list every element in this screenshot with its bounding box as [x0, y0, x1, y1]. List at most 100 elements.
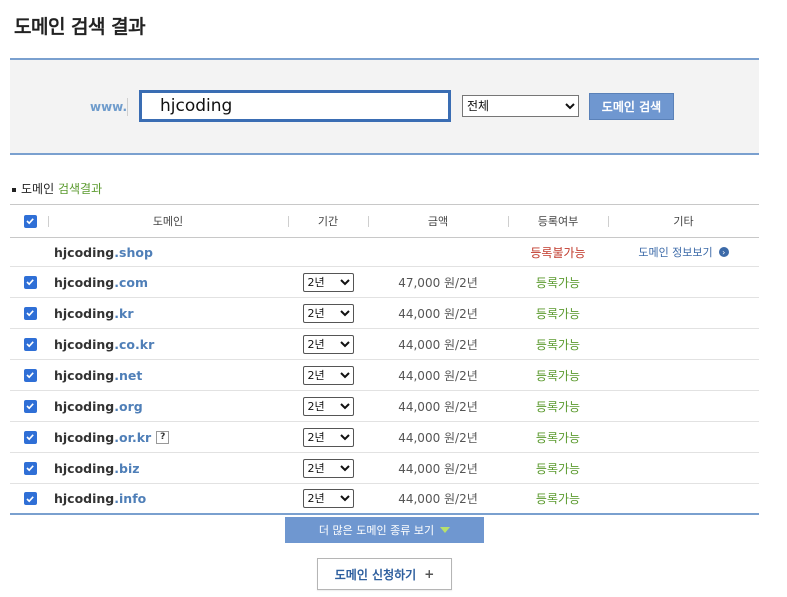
period-cell: 2년 — [288, 329, 368, 359]
domain-cell: hjcoding .com — [54, 267, 284, 297]
select-all-cell — [22, 205, 38, 237]
tld-select[interactable]: 전체 — [462, 95, 579, 117]
domain-cell: hjcoding .org — [54, 391, 284, 421]
period-cell: 2년 — [288, 484, 368, 513]
status-cell: 등록가능 — [508, 360, 608, 390]
row-checkbox[interactable] — [23, 368, 37, 382]
status-available: 등록가능 — [535, 337, 581, 352]
domain-results-table: 도메인 기간 금액 등록여부 기타 hjcoding .shop 등록불가능 도메… — [10, 204, 759, 515]
row-check-cell — [22, 453, 38, 483]
domain-search-button[interactable]: 도메인 검색 — [589, 93, 674, 120]
period-select[interactable]: 2년 — [302, 272, 354, 292]
table-header: 도메인 기간 금액 등록여부 기타 — [10, 205, 759, 238]
row-checkbox[interactable] — [23, 461, 37, 475]
domain-tld: .shop — [114, 244, 153, 260]
period-select[interactable]: 2년 — [302, 303, 354, 323]
arrow-circle-icon[interactable]: › — [718, 247, 729, 257]
domain-name: hjcoding — [54, 274, 115, 290]
period-select[interactable]: 2년 — [302, 365, 354, 385]
domain-tld: .or.kr — [114, 429, 152, 445]
domain-cell: hjcoding .biz — [54, 453, 284, 483]
status-available: 등록가능 — [535, 275, 581, 290]
row-checkbox[interactable] — [23, 306, 37, 320]
status-available: 등록가능 — [535, 461, 581, 476]
check-icon — [26, 434, 34, 441]
price-cell: 44,000 원/2년 — [398, 461, 478, 476]
period-select[interactable]: 2년 — [302, 427, 354, 447]
select-all-checkbox[interactable] — [23, 214, 37, 228]
status-cell: 등록가능 — [508, 484, 608, 513]
domain-cell: hjcoding .info — [54, 484, 284, 513]
table-row: hjcoding .com 2년 47,000 원/2년 등록가능 — [10, 267, 759, 298]
status-available: 등록가능 — [535, 492, 581, 506]
check-icon — [26, 279, 34, 286]
price-cell: 44,000 원/2년 — [398, 368, 478, 383]
domain-name: hjcoding — [54, 244, 115, 260]
row-checkbox[interactable] — [23, 399, 37, 413]
domain-search-input[interactable] — [139, 90, 451, 122]
status-cell: 등록가능 — [508, 267, 608, 297]
www-prefix: www. — [90, 100, 128, 114]
table-row: hjcoding .org 2년 44,000 원/2년 등록가능 — [10, 391, 759, 422]
header-etc: 기타 — [673, 215, 694, 228]
plus-icon[interactable]: + — [424, 567, 434, 581]
results-heading-highlight: 검색결과 — [57, 182, 103, 196]
price-cell: 44,000 원/2년 — [398, 399, 478, 414]
domain-name: hjcoding — [54, 491, 115, 506]
status-unavailable: 등록불가능 — [530, 245, 586, 260]
triangle-down-icon[interactable] — [440, 527, 451, 533]
check-icon — [26, 403, 34, 410]
period-select[interactable]: 2년 — [302, 334, 354, 354]
table-row: hjcoding .co.kr 2년 44,000 원/2년 등록가능 — [10, 329, 759, 360]
row-checkbox[interactable] — [23, 337, 37, 351]
available-rows: hjcoding .com 2년 47,000 원/2년 등록가능 hjcodin… — [10, 267, 759, 515]
header-domain: 도메인 — [152, 215, 184, 228]
table-row: hjcoding .info 2년 44,000 원/2년 등록가능 — [10, 484, 759, 515]
results-heading-prefix: 도메인 — [21, 182, 55, 196]
domain-tld: .com — [114, 274, 149, 290]
table-row: hjcoding .or.kr? 2년 44,000 원/2년 등록가능 — [10, 422, 759, 453]
page-title: 도메인 검색 결과 — [14, 16, 146, 38]
table-row: hjcoding .net 2년 44,000 원/2년 등록가능 — [10, 360, 759, 391]
more-domains-button[interactable]: 더 많은 도메인 종류 보기 — [285, 517, 484, 543]
period-select[interactable]: 2년 — [302, 396, 354, 416]
period-select[interactable]: 2년 — [302, 489, 354, 508]
apply-domain-button[interactable]: 도메인 신청하기 + — [317, 558, 452, 590]
check-icon — [26, 310, 34, 317]
status-available: 등록가능 — [535, 399, 581, 414]
status-cell: 등록가능 — [508, 422, 608, 452]
row-check-cell — [22, 267, 38, 297]
row-check-cell — [22, 298, 38, 328]
table-row: hjcoding .kr 2년 44,000 원/2년 등록가능 — [10, 298, 759, 329]
row-check-cell — [22, 484, 38, 513]
row-checkbox[interactable] — [23, 492, 37, 505]
check-icon — [26, 341, 34, 348]
domain-search-panel: www. 전체 도메인 검색 — [10, 58, 759, 155]
row-checkbox[interactable] — [23, 430, 37, 444]
more-domains-label[interactable]: 더 많은 도메인 종류 보기 — [319, 522, 434, 538]
status-available: 등록가능 — [535, 306, 581, 321]
row-check-cell — [22, 391, 38, 421]
domain-cell: hjcoding .or.kr? — [54, 422, 284, 452]
period-select[interactable]: 2년 — [302, 458, 354, 478]
period-cell: 2년 — [288, 298, 368, 328]
apply-domain-label[interactable]: 도메인 신청하기 — [335, 566, 416, 583]
domain-cell: hjcoding .kr — [54, 298, 284, 328]
row-checkbox[interactable] — [23, 275, 37, 289]
period-cell: 2년 — [288, 360, 368, 390]
row-check-cell — [22, 360, 38, 390]
price-cell: 44,000 원/2년 — [398, 430, 478, 445]
domain-info-link[interactable]: 도메인 정보보기 › — [638, 244, 729, 260]
domain-info-label[interactable]: 도메인 정보보기 — [638, 244, 712, 260]
table-row: hjcoding .biz 2년 44,000 원/2년 등록가능 — [10, 453, 759, 484]
status-cell: 등록불가능 — [508, 238, 608, 266]
domain-name: hjcoding — [54, 336, 115, 352]
results-heading: 도메인 검색결과 — [12, 180, 102, 197]
status-available: 등록가능 — [535, 430, 581, 445]
help-icon[interactable]: ? — [156, 430, 170, 444]
check-icon — [26, 465, 34, 472]
prefix-divider — [127, 98, 128, 116]
domain-cell: hjcoding .co.kr — [54, 329, 284, 359]
status-cell: 등록가능 — [508, 298, 608, 328]
domain-tld: .biz — [114, 460, 140, 476]
